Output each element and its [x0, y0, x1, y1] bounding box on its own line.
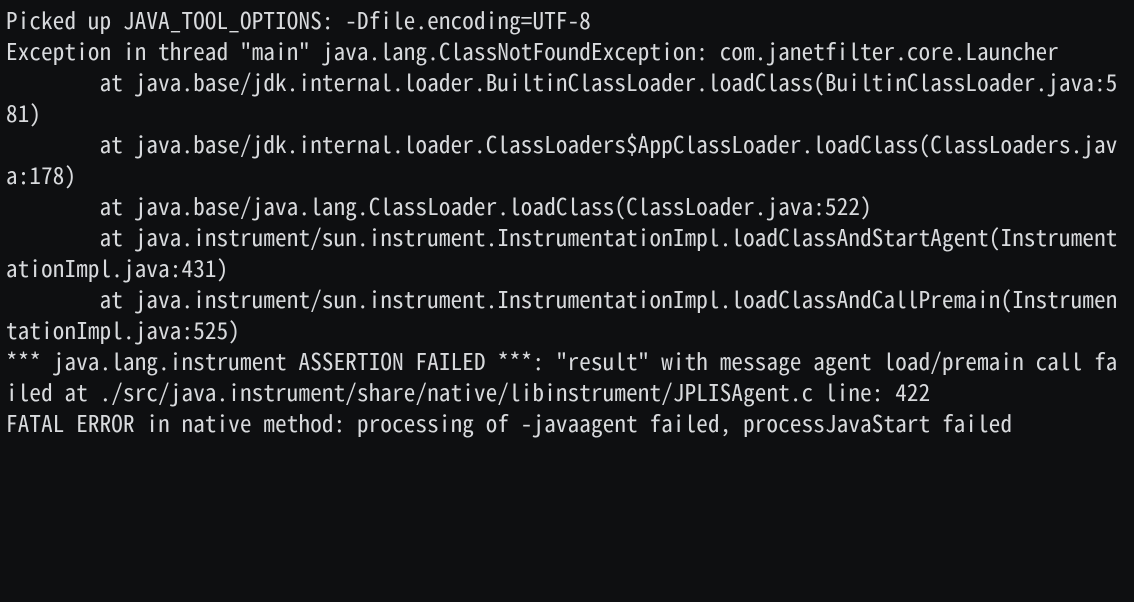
terminal-line: Picked up JAVA_TOOL_OPTIONS: -Dfile.enco…	[6, 2, 591, 36]
terminal-line: at java.base/jdk.internal.loader.ClassLo…	[6, 126, 1118, 191]
terminal-line: at java.instrument/sun.instrument.Instru…	[6, 281, 1118, 346]
terminal-line: at java.base/java.lang.ClassLoader.loadC…	[6, 188, 872, 222]
terminal-line: FATAL ERROR in native method: processing…	[6, 405, 1012, 439]
terminal-output[interactable]: Picked up JAVA_TOOL_OPTIONS: -Dfile.enco…	[0, 0, 1134, 602]
terminal-line: at java.base/jdk.internal.loader.Builtin…	[6, 64, 1118, 129]
terminal-line: Exception in thread "main" java.lang.Cla…	[6, 33, 1059, 67]
terminal-line: at java.instrument/sun.instrument.Instru…	[6, 219, 1118, 284]
terminal-line: *** java.lang.instrument ASSERTION FAILE…	[6, 343, 1118, 408]
